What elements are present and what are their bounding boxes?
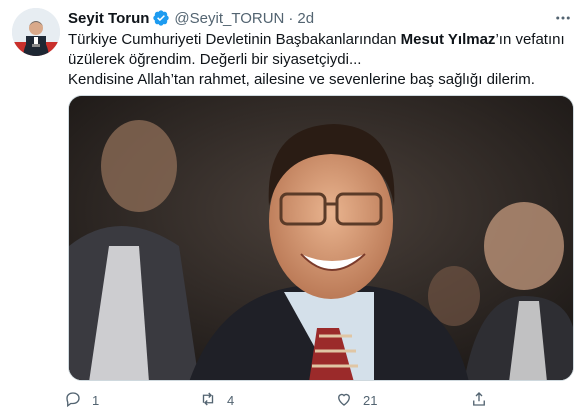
author-name[interactable]: Seyit Torun [68,10,149,27]
tweet-photo[interactable] [68,95,574,381]
tweet-text-line: Kendisine Allah’tan rahmet, ailesine ve … [68,71,535,88]
tweet-header: Seyit Torun @Seyit_TORUN · 2d [68,8,314,28]
reply-button[interactable]: 1 [64,388,99,412]
heart-icon [335,390,353,411]
share-button[interactable] [470,388,498,412]
like-count: 21 [363,392,378,408]
retweet-button[interactable]: 4 [199,388,234,412]
author-avatar[interactable] [12,8,60,56]
mentioned-name: Mesut Yılmaz [400,31,496,48]
reply-icon [64,390,82,411]
tweet-text-part: Türkiye Cumhuriyeti Devletinin Başbakanl… [68,31,401,48]
like-button[interactable]: 21 [335,388,377,412]
tweet-timestamp[interactable]: 2d [297,10,314,27]
reply-count: 1 [92,392,100,408]
tweet-actions: 1 4 21 [64,388,504,412]
retweet-icon [199,390,217,411]
share-icon [470,390,488,411]
tweet-text: Türkiye Cumhuriyeti Devletinin Başbakanl… [68,30,573,90]
retweet-count: 4 [227,392,235,408]
verified-badge-icon [152,9,170,27]
more-dots-icon[interactable] [554,9,572,27]
separator-dot: · [288,9,294,27]
author-handle[interactable]: @Seyit_TORUN [174,10,284,27]
